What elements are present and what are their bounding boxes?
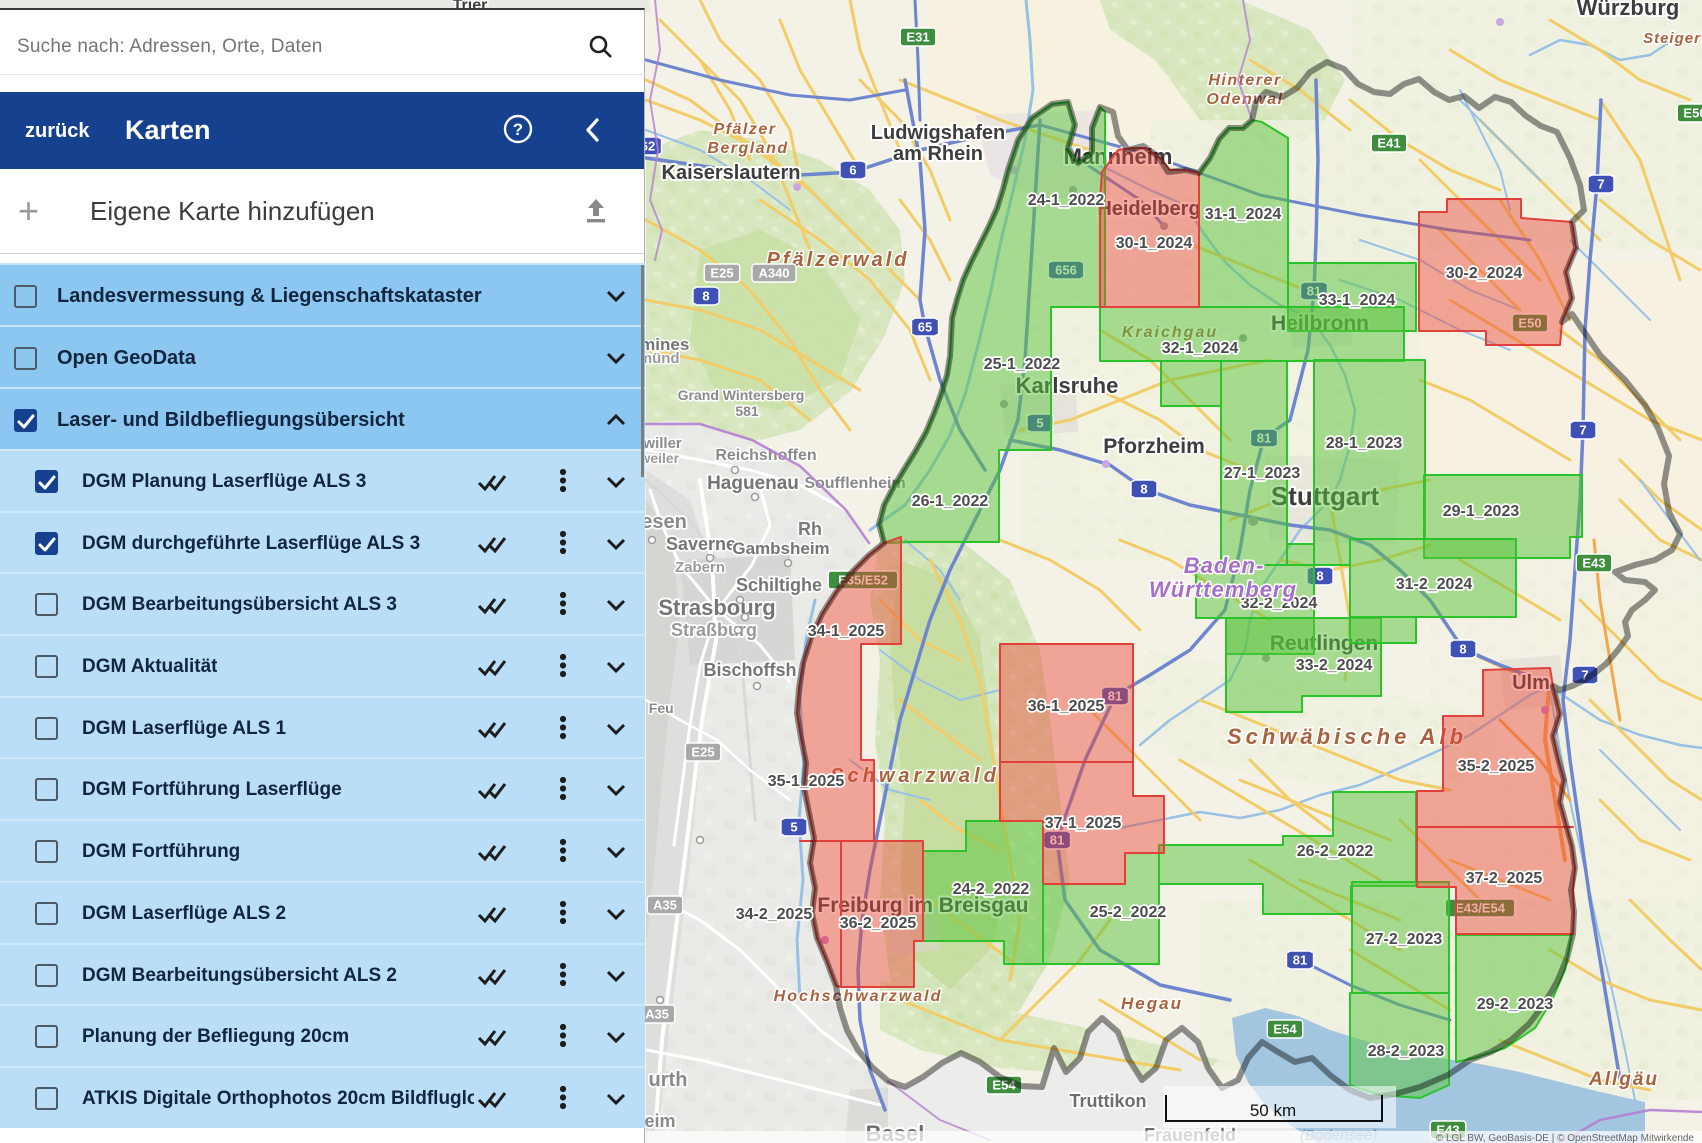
- svg-text:Allgäu: Allgäu: [1588, 1069, 1659, 1090]
- svg-text:26-1_2022: 26-1_2022: [912, 493, 989, 510]
- svg-text:81: 81: [1293, 953, 1307, 968]
- svg-text:31-2_2024: 31-2_2024: [1396, 576, 1473, 593]
- svg-text:A340: A340: [758, 266, 789, 281]
- svg-text:Saverne: Saverne: [666, 534, 736, 554]
- svg-text:esen: esen: [641, 511, 687, 533]
- svg-text:Bischoffsh: Bischoffsh: [703, 660, 796, 680]
- svg-text:Schwäbische Alb: Schwäbische Alb: [1227, 724, 1467, 749]
- svg-text:am Rhein: am Rhein: [893, 143, 983, 165]
- svg-text:E25: E25: [691, 745, 714, 760]
- svg-text:32-1_2024: 32-1_2024: [1162, 340, 1239, 357]
- svg-text:Hochschwarzwald: Hochschwarzwald: [774, 988, 943, 1005]
- svg-text:A35: A35: [653, 898, 677, 913]
- svg-text:36-1_2025: 36-1_2025: [1028, 698, 1105, 715]
- svg-text:8: 8: [1459, 642, 1466, 657]
- svg-text:Würzburg: Würzburg: [1577, 0, 1680, 20]
- svg-text:Grand Wintersberg: Grand Wintersberg: [678, 387, 805, 403]
- svg-text:Bergland: Bergland: [707, 140, 788, 157]
- svg-text:Strasbourg: Strasbourg: [658, 595, 775, 620]
- svg-text:Pforzheim: Pforzheim: [1103, 435, 1205, 458]
- svg-text:Straßburg: Straßburg: [671, 620, 757, 640]
- svg-text:35-1_2025: 35-1_2025: [768, 773, 845, 790]
- svg-text:Ludwigshafen: Ludwigshafen: [871, 122, 1005, 144]
- svg-text:Rh: Rh: [798, 519, 822, 539]
- svg-text:25-1_2022: 25-1_2022: [984, 356, 1061, 373]
- svg-text:Hegau: Hegau: [1121, 994, 1183, 1013]
- svg-text:E31: E31: [906, 30, 929, 45]
- svg-text:7: 7: [1579, 423, 1586, 438]
- svg-text:8: 8: [1140, 482, 1147, 497]
- svg-text:E43: E43: [1582, 556, 1605, 571]
- svg-text:37-2_2025: 37-2_2025: [1466, 870, 1543, 887]
- svg-text:E25: E25: [710, 266, 733, 281]
- svg-text:6: 6: [849, 163, 856, 178]
- svg-text:?: ?: [513, 120, 523, 139]
- svg-text:Pfälzer: Pfälzer: [714, 121, 777, 138]
- svg-text:30-1_2024: 30-1_2024: [1116, 235, 1193, 252]
- svg-text:Hinterer: Hinterer: [1208, 72, 1281, 89]
- svg-text:E50: E50: [1683, 106, 1702, 121]
- svg-text:Reichshoffen: Reichshoffen: [715, 447, 816, 464]
- svg-text:A35: A35: [645, 1007, 669, 1022]
- svg-text:35-2_2025: 35-2_2025: [1458, 758, 1535, 775]
- svg-text:581: 581: [735, 403, 759, 419]
- svg-text:Gambsheim: Gambsheim: [732, 539, 829, 558]
- svg-text:E54: E54: [1273, 1022, 1297, 1037]
- svg-text:30-2_2024: 30-2_2024: [1446, 265, 1523, 282]
- svg-text:33-2_2024: 33-2_2024: [1296, 657, 1373, 674]
- svg-text:E41: E41: [1377, 136, 1400, 151]
- svg-text:Steiger: Steiger: [1643, 30, 1701, 47]
- svg-text:Baden-: Baden-: [1184, 553, 1265, 578]
- svg-text:Schiltighe: Schiltighe: [736, 575, 822, 595]
- svg-text:8: 8: [702, 289, 709, 304]
- svg-text:28-2_2023: 28-2_2023: [1368, 1043, 1445, 1060]
- svg-text:Zabern: Zabern: [675, 559, 725, 576]
- svg-text:27-2_2023: 27-2_2023: [1366, 931, 1443, 948]
- svg-text:34-1_2025: 34-1_2025: [808, 623, 885, 640]
- svg-text:urth: urth: [649, 1069, 688, 1091]
- svg-text:Haguenau: Haguenau: [707, 473, 799, 494]
- svg-text:7: 7: [1597, 177, 1604, 192]
- svg-text:31-1_2024: 31-1_2024: [1205, 206, 1282, 223]
- svg-text:8: 8: [1316, 569, 1323, 584]
- svg-text:24-1_2022: 24-1_2022: [1028, 192, 1105, 209]
- svg-text:Truttikon: Truttikon: [1070, 1091, 1147, 1111]
- svg-text:65: 65: [918, 320, 932, 335]
- svg-text:29-2_2023: 29-2_2023: [1477, 996, 1554, 1013]
- svg-text:Württemberg: Württemberg: [1149, 577, 1297, 602]
- svg-text:26-2_2022: 26-2_2022: [1297, 843, 1374, 860]
- svg-text:33-1_2024: 33-1_2024: [1319, 292, 1396, 309]
- svg-text:24-2_2022: 24-2_2022: [953, 881, 1030, 898]
- svg-text:© LGL BW, GeoBasis-DE | © Open: © LGL BW, GeoBasis-DE | © OpenStreetMap …: [1436, 1133, 1695, 1143]
- svg-text:5: 5: [790, 820, 797, 835]
- svg-text:Kaiserslautern: Kaiserslautern: [662, 162, 801, 184]
- svg-text:36-2_2025: 36-2_2025: [840, 915, 917, 932]
- svg-text:50 km: 50 km: [1250, 1101, 1296, 1120]
- svg-text:27-1_2023: 27-1_2023: [1224, 465, 1301, 482]
- svg-text:28-1_2023: 28-1_2023: [1326, 435, 1403, 452]
- svg-text:37-1_2025: 37-1_2025: [1045, 815, 1122, 832]
- svg-text:34-2_2025: 34-2_2025: [736, 906, 813, 923]
- svg-text:25-2_2022: 25-2_2022: [1090, 904, 1167, 921]
- svg-text:29-1_2023: 29-1_2023: [1443, 503, 1520, 520]
